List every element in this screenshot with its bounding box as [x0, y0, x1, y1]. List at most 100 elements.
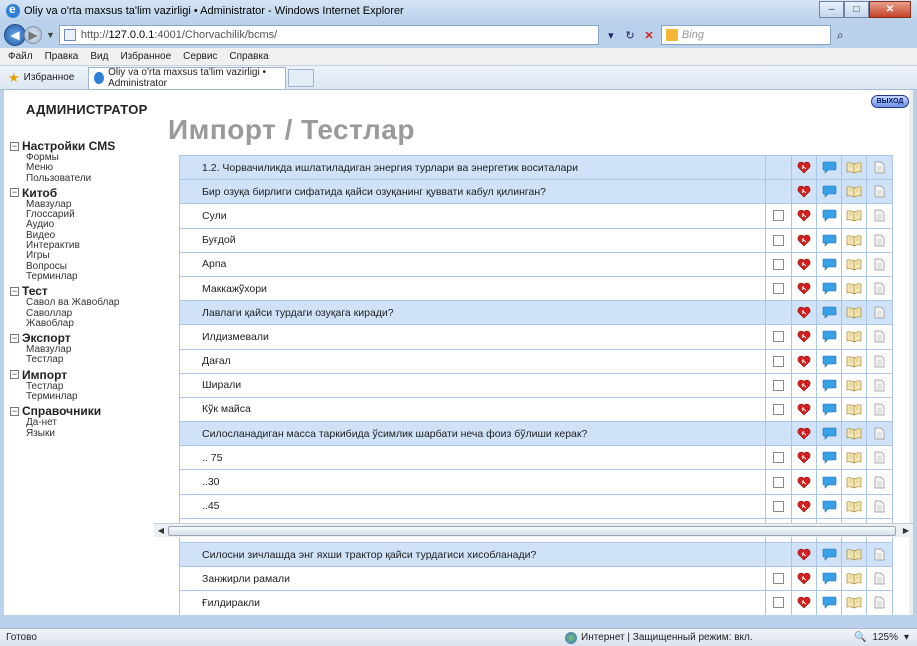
speech-bubble-icon[interactable] [817, 349, 842, 373]
heart-icon[interactable] [792, 422, 817, 446]
stop-icon[interactable]: ✕ [641, 27, 657, 43]
document-icon[interactable] [867, 229, 892, 252]
book-icon[interactable] [842, 301, 867, 325]
sidebar-group[interactable]: − Китоб [10, 186, 166, 200]
speech-bubble-icon[interactable] [817, 470, 842, 494]
correct-answer-checkbox[interactable] [773, 500, 784, 512]
security-zone[interactable]: Интернет | Защищенный режим: вкл. [565, 631, 753, 644]
book-icon[interactable] [842, 591, 867, 615]
speech-bubble-icon[interactable] [817, 446, 842, 470]
correct-answer-checkbox[interactable] [773, 210, 784, 222]
book-icon[interactable] [842, 156, 867, 180]
correct-answer-checkbox[interactable] [773, 452, 784, 464]
heart-icon[interactable] [792, 228, 817, 252]
heart-icon[interactable] [792, 397, 817, 422]
document-icon[interactable] [867, 567, 892, 590]
browser-tab[interactable]: Oliy va o'rta maxsus ta'lim vazirligi • … [88, 66, 287, 89]
sidebar-item[interactable]: Терминлар [10, 391, 166, 402]
speech-bubble-icon[interactable] [817, 276, 842, 301]
speech-bubble-icon[interactable] [817, 156, 842, 180]
speech-bubble-icon[interactable] [817, 397, 842, 422]
book-icon[interactable] [842, 543, 867, 567]
book-icon[interactable] [842, 373, 867, 397]
document-icon[interactable] [867, 156, 892, 179]
book-icon[interactable] [842, 567, 867, 591]
book-icon[interactable] [842, 397, 867, 422]
document-icon[interactable] [867, 591, 892, 614]
document-icon[interactable] [867, 446, 892, 469]
book-icon[interactable] [842, 228, 867, 252]
sidebar-group[interactable]: − Справочники [10, 404, 166, 418]
correct-answer-checkbox[interactable] [773, 379, 784, 391]
favorites-star-icon[interactable]: ★ [8, 70, 20, 86]
document-icon[interactable] [867, 325, 892, 348]
book-icon[interactable] [842, 325, 867, 349]
heart-icon[interactable] [792, 494, 817, 518]
menu-view[interactable]: Вид [90, 51, 108, 62]
history-dropdown-icon[interactable]: ▼ [46, 30, 55, 40]
new-tab-button[interactable] [288, 68, 315, 87]
document-icon[interactable] [867, 543, 892, 566]
favorites-label[interactable]: Избранное [24, 72, 75, 83]
document-icon[interactable] [867, 374, 892, 397]
url-field[interactable]: http://127.0.0.1:4001/Chorvachilik/bcms/ [58, 25, 599, 45]
scroll-right-icon[interactable]: ▶ [900, 525, 912, 537]
document-icon[interactable] [867, 422, 892, 445]
collapse-icon[interactable]: − [10, 188, 19, 198]
sidebar-group[interactable]: − Экспорт [10, 331, 166, 345]
menu-help[interactable]: Справка [229, 51, 268, 62]
close-button[interactable]: ✕ [869, 1, 911, 18]
sidebar-item[interactable]: Тестлар [10, 355, 166, 366]
heart-icon[interactable] [792, 325, 817, 349]
speech-bubble-icon[interactable] [817, 543, 842, 567]
url-dropdown-icon[interactable]: ▾ [603, 27, 619, 43]
correct-answer-checkbox[interactable] [773, 573, 784, 585]
book-icon[interactable] [842, 422, 867, 446]
scrollbar-thumb[interactable] [168, 526, 896, 536]
correct-answer-checkbox[interactable] [773, 355, 784, 367]
zoom-dropdown-icon[interactable]: ▾ [904, 632, 909, 643]
sidebar-item[interactable]: Пользователи [10, 173, 166, 184]
search-field[interactable]: Bing [660, 25, 831, 45]
menu-tools[interactable]: Сервис [183, 51, 217, 62]
collapse-icon[interactable]: − [10, 333, 19, 343]
menu-file[interactable]: Файл [8, 51, 33, 62]
heart-icon[interactable] [792, 276, 817, 301]
heart-icon[interactable] [792, 373, 817, 397]
speech-bubble-icon[interactable] [817, 180, 842, 204]
correct-answer-checkbox[interactable] [773, 283, 784, 295]
book-icon[interactable] [842, 252, 867, 276]
search-icon[interactable]: ⌕ [837, 28, 844, 43]
book-icon[interactable] [842, 494, 867, 518]
menu-favorites[interactable]: Избранное [120, 51, 171, 62]
collapse-icon[interactable]: − [10, 141, 19, 151]
collapse-icon[interactable]: − [10, 406, 19, 416]
book-icon[interactable] [842, 180, 867, 204]
heart-icon[interactable] [792, 301, 817, 325]
speech-bubble-icon[interactable] [817, 228, 842, 252]
speech-bubble-icon[interactable] [817, 591, 842, 615]
document-icon[interactable] [867, 301, 892, 324]
back-button[interactable]: ◀ [4, 24, 26, 46]
refresh-icon[interactable]: ↻ [622, 27, 638, 43]
heart-icon[interactable] [792, 470, 817, 494]
heart-icon[interactable] [792, 543, 817, 567]
maximize-button[interactable]: □ [844, 1, 869, 18]
book-icon[interactable] [842, 446, 867, 470]
forward-button[interactable]: ▶ [24, 26, 42, 44]
speech-bubble-icon[interactable] [817, 567, 842, 591]
correct-answer-checkbox[interactable] [773, 476, 784, 488]
document-icon[interactable] [867, 350, 892, 373]
correct-answer-checkbox[interactable] [773, 597, 784, 609]
heart-icon[interactable] [792, 591, 817, 615]
correct-answer-checkbox[interactable] [773, 331, 784, 343]
book-icon[interactable] [842, 470, 867, 494]
document-icon[interactable] [867, 398, 892, 421]
heart-icon[interactable] [792, 349, 817, 373]
correct-answer-checkbox[interactable] [773, 403, 784, 415]
book-icon[interactable] [842, 204, 867, 228]
scroll-left-icon[interactable]: ◀ [155, 525, 167, 537]
heart-icon[interactable] [792, 180, 817, 204]
heart-icon[interactable] [792, 252, 817, 276]
correct-answer-checkbox[interactable] [773, 234, 784, 246]
